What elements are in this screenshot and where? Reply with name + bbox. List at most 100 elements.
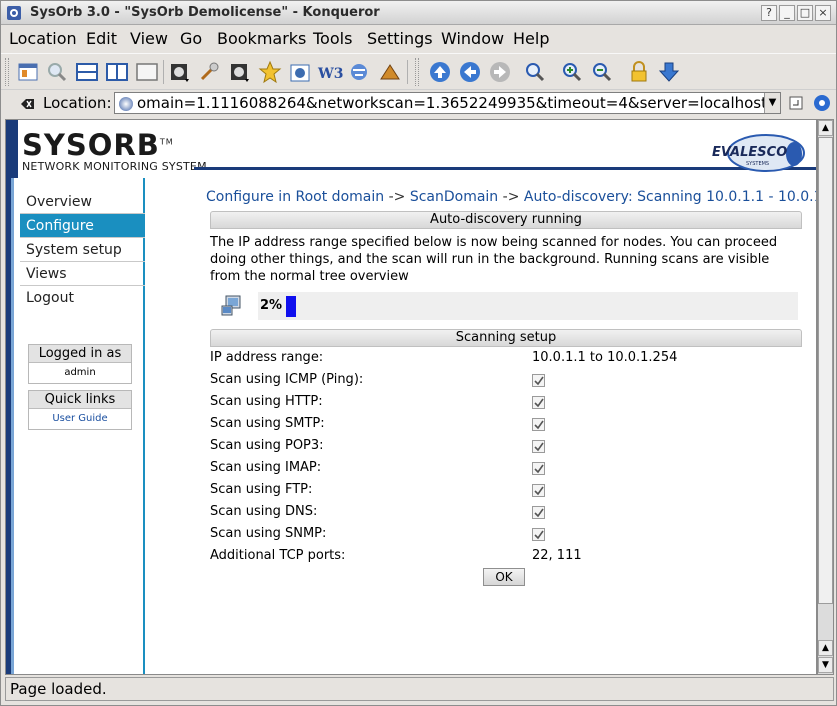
- clear-location-icon[interactable]: [19, 96, 35, 112]
- sysorb-logo: SYSORBTM: [22, 128, 174, 162]
- scan-option-row: Scan using SNMP:: [210, 523, 800, 545]
- browser-window: SysOrb 3.0 - "SysOrb Demolicense" - Konq…: [0, 0, 837, 706]
- menu-edit[interactable]: Edit: [86, 29, 117, 48]
- scan-option-checkbox[interactable]: [532, 462, 545, 475]
- title-bar: SysOrb 3.0 - "SysOrb Demolicense" - Konq…: [1, 1, 836, 25]
- scroll-up-arrow-2[interactable]: ▲: [818, 640, 833, 656]
- gear-icon[interactable]: [812, 93, 832, 113]
- forward-icon[interactable]: [487, 59, 513, 85]
- home-icon[interactable]: [15, 59, 41, 85]
- svg-text:SYSTEMS: SYSTEMS: [746, 161, 769, 167]
- calendar-icon[interactable]: [287, 59, 313, 85]
- status-bar: Page loaded.: [5, 677, 834, 701]
- quick-links-box: Quick links User Guide: [28, 390, 132, 430]
- scroll-thumb[interactable]: [818, 137, 833, 604]
- scan-option-row: Scan using ICMP (Ping):: [210, 369, 800, 391]
- w3c-icon[interactable]: W3: [317, 59, 343, 85]
- scan-option-label: Scan using SMTP:: [210, 416, 325, 431]
- vertical-scrollbar[interactable]: ▲ ▲ ▼: [817, 119, 834, 675]
- zoom-fit-icon[interactable]: [522, 59, 548, 85]
- tools-icon[interactable]: [197, 59, 223, 85]
- header-accent: [6, 120, 18, 178]
- quick-links-title: Quick links: [29, 391, 131, 409]
- split-vertical-icon[interactable]: [104, 59, 130, 85]
- nav-configure[interactable]: Configure: [20, 214, 145, 238]
- konqueror-icon[interactable]: [6, 5, 22, 21]
- scan-option-label: Scan using SNMP:: [210, 526, 327, 541]
- bookmark-icon[interactable]: [257, 59, 283, 85]
- breadcrumb-sep: ->: [384, 189, 410, 205]
- scroll-down-arrow[interactable]: ▼: [818, 657, 833, 673]
- ip-range-row: IP address range: 10.0.1.1 to 10.0.1.254: [210, 347, 800, 369]
- logo-subtitle: NETWORK MONITORING SYSTEM: [22, 160, 207, 173]
- menu-go[interactable]: Go: [180, 29, 202, 48]
- scan-option-checkbox[interactable]: [532, 528, 545, 541]
- menu-window[interactable]: Window: [441, 29, 504, 48]
- nav-logout[interactable]: Logout: [20, 286, 145, 310]
- zoom-out-icon[interactable]: [589, 59, 615, 85]
- toolbar-grip[interactable]: [5, 58, 9, 86]
- location-label: Location:: [43, 94, 112, 112]
- logged-in-title: Logged in as: [29, 345, 131, 363]
- scan-option-label: Scan using HTTP:: [210, 394, 323, 409]
- scan-option-checkbox[interactable]: [532, 418, 545, 431]
- back-icon[interactable]: [457, 59, 483, 85]
- page-viewport: SYSORBTM NETWORK MONITORING SYSTEM EVALE…: [5, 119, 817, 675]
- find-icon[interactable]: [44, 59, 70, 85]
- stop-icon[interactable]: [167, 59, 193, 85]
- discovery-description: The IP address range specified below is …: [210, 235, 778, 284]
- ip-range-label: IP address range:: [210, 350, 324, 365]
- scan-option-checkbox[interactable]: [532, 484, 545, 497]
- setup-heading: Scanning setup: [210, 329, 802, 347]
- page-favicon: [119, 97, 133, 111]
- url-history-dropdown[interactable]: ▼: [764, 93, 780, 113]
- scan-option-row: Scan using FTP:: [210, 479, 800, 501]
- plugin-icon[interactable]: [377, 59, 403, 85]
- ip-range-value: 10.0.1.1 to 10.0.1.254: [532, 350, 678, 365]
- svg-text:EVALESCO: EVALESCO: [712, 145, 787, 160]
- scan-option-label: Scan using IMAP:: [210, 460, 322, 475]
- logged-in-box: Logged in as admin: [28, 344, 132, 384]
- menu-tools[interactable]: Tools: [313, 29, 352, 48]
- menu-settings[interactable]: Settings: [367, 29, 433, 48]
- split-horizontal-icon[interactable]: [74, 59, 100, 85]
- menu-location[interactable]: Location: [9, 29, 77, 48]
- zoom-in-icon[interactable]: [559, 59, 585, 85]
- progress-percent: 2%: [260, 298, 283, 313]
- user-guide-link[interactable]: User Guide: [29, 409, 131, 429]
- scan-option-checkbox[interactable]: [532, 396, 545, 409]
- status-text: Page loaded.: [10, 680, 107, 698]
- tcp-ports-value: 22, 111: [532, 548, 582, 563]
- go-icon[interactable]: [788, 95, 804, 111]
- scan-option-row: Scan using POP3:: [210, 435, 800, 457]
- scan-option-checkbox[interactable]: [532, 374, 545, 387]
- scan-option-checkbox[interactable]: [532, 506, 545, 519]
- breadcrumb-scandomain[interactable]: ScanDomain: [410, 189, 498, 205]
- window-title: SysOrb 3.0 - "SysOrb Demolicense" - Konq…: [30, 5, 380, 20]
- toolbar-grip-2[interactable]: [415, 58, 419, 86]
- reload-icon[interactable]: [227, 59, 253, 85]
- scan-option-checkbox[interactable]: [532, 440, 545, 453]
- maximize-button[interactable]: □: [797, 5, 813, 21]
- minimize-button[interactable]: _: [779, 5, 795, 21]
- ok-button[interactable]: OK: [483, 568, 525, 586]
- nav-views[interactable]: Views: [20, 262, 145, 286]
- translate-icon[interactable]: [347, 59, 373, 85]
- url-input[interactable]: omain=1.1116088264&networkscan=1.3652249…: [114, 92, 781, 114]
- sidebar: Overview Configure System setup Views Lo…: [20, 178, 145, 674]
- menu-bookmarks[interactable]: Bookmarks: [217, 29, 306, 48]
- up-icon[interactable]: [427, 59, 453, 85]
- lock-icon[interactable]: [626, 59, 652, 85]
- scroll-up-arrow[interactable]: ▲: [818, 120, 833, 136]
- window-icon[interactable]: [134, 59, 160, 85]
- nav-overview[interactable]: Overview: [20, 190, 145, 214]
- nav-system-setup[interactable]: System setup: [20, 238, 145, 262]
- breadcrumb-current[interactable]: Auto-discovery: Scanning 10.0.1.1 - 10.0…: [524, 189, 816, 205]
- menu-help[interactable]: Help: [513, 29, 549, 48]
- help-button[interactable]: ?: [761, 5, 777, 21]
- menu-view[interactable]: View: [130, 29, 168, 48]
- left-accent: [6, 178, 18, 674]
- breadcrumb-root[interactable]: Configure in Root domain: [206, 189, 384, 205]
- close-button[interactable]: ×: [815, 5, 831, 21]
- download-icon[interactable]: [656, 59, 682, 85]
